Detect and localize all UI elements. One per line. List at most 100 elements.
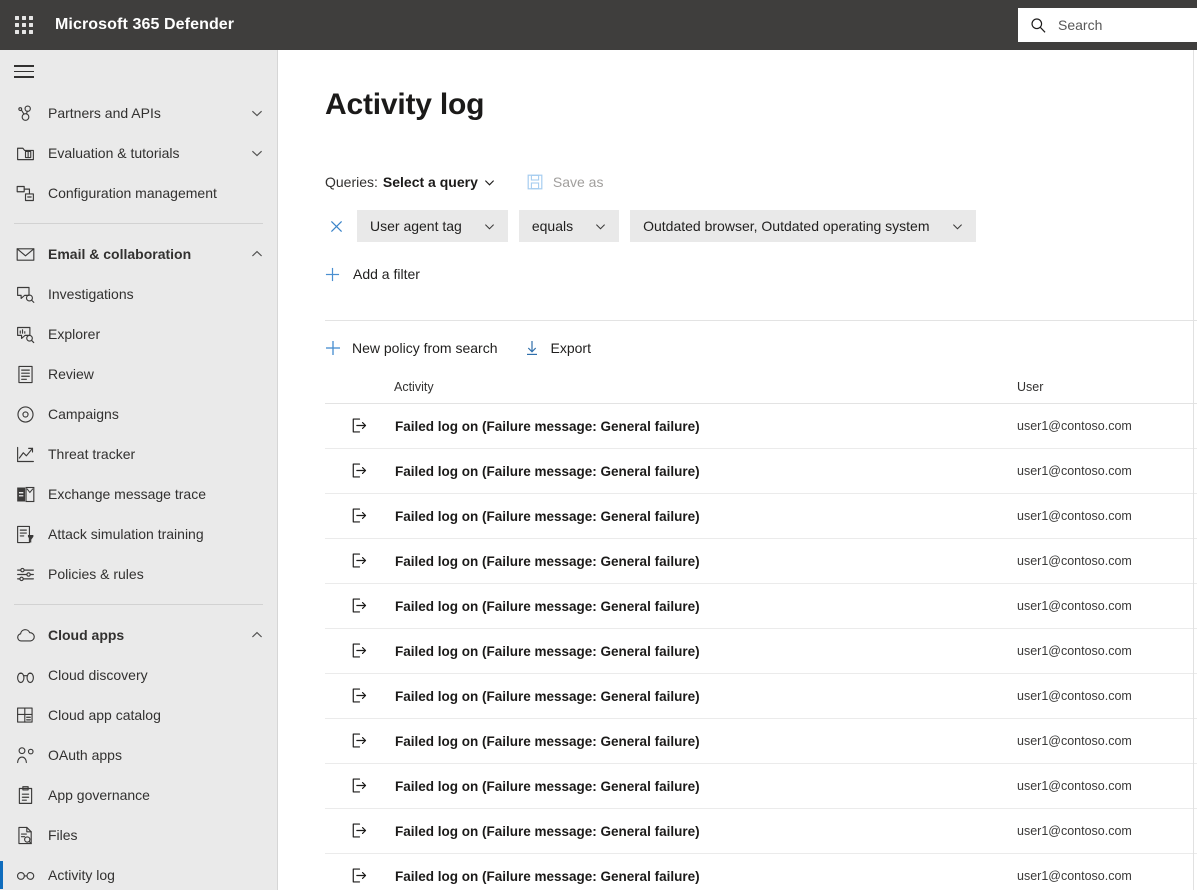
row-activity-text: Failed log on (Failure message: General …: [395, 734, 700, 749]
scrollbar-track-edge[interactable]: [1193, 50, 1194, 890]
sidebar-item-investigations[interactable]: Investigations: [0, 274, 277, 314]
row-activity-text: Failed log on (Failure message: General …: [395, 779, 700, 794]
sidebar-item-partners-and-apis[interactable]: Partners and APIs: [0, 93, 277, 133]
evaluation-tutorials-icon: [14, 142, 36, 164]
chevron-down-icon[interactable]: [251, 107, 263, 119]
chevron-down-icon[interactable]: [251, 147, 263, 159]
filter-value-value: Outdated browser, Outdated operating sys…: [643, 218, 929, 234]
activity-log-table: Activity User Failed log on (Failure mes…: [325, 370, 1197, 890]
remove-filter-button[interactable]: [325, 215, 347, 237]
nav-separator: [14, 604, 263, 605]
configuration-management-icon: [14, 182, 36, 204]
sidebar-item-label: Attack simulation training: [48, 526, 263, 542]
row-activity-text: Failed log on (Failure message: General …: [395, 464, 700, 479]
chevron-down-icon: [952, 221, 963, 232]
table-row[interactable]: Failed log on (Failure message: General …: [325, 539, 1197, 584]
app-launcher-waffle-icon[interactable]: [0, 0, 48, 50]
partners-apis-icon: [14, 102, 36, 124]
left-navigation-sidebar: Partners and APIsEvaluation & tutorials C…: [0, 50, 278, 890]
row-user-text: user1@contoso.com: [1017, 734, 1132, 748]
sidebar-item-email-and-collaboration[interactable]: Email & collaboration: [0, 234, 277, 274]
oauth-apps-icon: [14, 744, 36, 766]
table-row[interactable]: Failed log on (Failure message: General …: [325, 674, 1197, 719]
sidebar-item-cloud-app-catalog[interactable]: Cloud app catalog: [0, 695, 277, 735]
command-bar-divider: [325, 320, 1197, 321]
sidebar-item-policies-and-rules[interactable]: Policies & rules: [0, 554, 277, 594]
row-user-text: user1@contoso.com: [1017, 869, 1132, 883]
sidebar-item-configuration-management[interactable]: Configuration management: [0, 173, 277, 213]
add-filter-label: Add a filter: [353, 266, 420, 282]
new-policy-from-search-button[interactable]: New policy from search: [325, 332, 498, 364]
save-as-label: Save as: [553, 174, 604, 190]
chevron-up-icon[interactable]: [251, 248, 263, 260]
sidebar-item-activity-log[interactable]: Activity log: [0, 855, 277, 890]
row-activity-text: Failed log on (Failure message: General …: [395, 419, 700, 434]
sidebar-item-evaluation-and-tutorials[interactable]: Evaluation & tutorials: [0, 133, 277, 173]
sidebar-item-label: Cloud apps: [48, 627, 251, 643]
sidebar-item-label: Investigations: [48, 286, 263, 302]
sidebar-item-label: Exchange message trace: [48, 486, 263, 502]
sidebar-item-threat-tracker[interactable]: Threat tracker: [0, 434, 277, 474]
filter-operator-dropdown[interactable]: equals: [519, 210, 619, 242]
filter-row: User agent tag equals Outdated browser, …: [325, 210, 987, 242]
nav-separator: [14, 223, 263, 224]
nav-collapse-toggle[interactable]: [0, 50, 277, 93]
chevron-down-icon: [595, 221, 606, 232]
add-filter-button[interactable]: Add a filter: [325, 262, 420, 286]
exchange-message-trace-icon: [14, 483, 36, 505]
plus-icon: [325, 340, 341, 356]
sidebar-item-label: Configuration management: [48, 185, 263, 201]
sidebar-item-exchange-message-trace[interactable]: Exchange message trace: [0, 474, 277, 514]
sidebar-item-campaigns[interactable]: Campaigns: [0, 394, 277, 434]
filter-value-dropdown[interactable]: Outdated browser, Outdated operating sys…: [630, 210, 975, 242]
sidebar-item-cloud-apps[interactable]: Cloud apps: [0, 615, 277, 655]
table-row[interactable]: Failed log on (Failure message: General …: [325, 449, 1197, 494]
row-activity-text: Failed log on (Failure message: General …: [395, 554, 700, 569]
filter-field-dropdown[interactable]: User agent tag: [357, 210, 508, 242]
nav-item-list: Partners and APIsEvaluation & tutorials C…: [0, 93, 277, 890]
row-activity-text: Failed log on (Failure message: General …: [395, 599, 700, 614]
export-button[interactable]: Export: [524, 332, 591, 364]
sidebar-item-oauth-apps[interactable]: OAuth apps: [0, 735, 277, 775]
column-header-user[interactable]: User: [1017, 380, 1043, 394]
filter-operator-value: equals: [532, 218, 573, 234]
table-row[interactable]: Failed log on (Failure message: General …: [325, 629, 1197, 674]
table-row[interactable]: Failed log on (Failure message: General …: [325, 764, 1197, 809]
sign-in-arrow-icon: [351, 597, 369, 615]
row-user-text: user1@contoso.com: [1017, 464, 1132, 478]
sidebar-item-label: Campaigns: [48, 406, 263, 422]
global-search-box[interactable]: Search: [1018, 8, 1197, 42]
sign-in-arrow-icon: [351, 822, 369, 840]
policies-rules-sliders-icon: [14, 563, 36, 585]
row-user-text: user1@contoso.com: [1017, 599, 1132, 613]
table-row[interactable]: Failed log on (Failure message: General …: [325, 854, 1197, 890]
chevron-down-icon: [484, 177, 495, 188]
sidebar-item-app-governance[interactable]: App governance: [0, 775, 277, 815]
export-label: Export: [551, 340, 591, 356]
save-as-button[interactable]: Save as: [527, 174, 604, 190]
sidebar-item-explorer[interactable]: Explorer: [0, 314, 277, 354]
sidebar-item-label: Policies & rules: [48, 566, 263, 582]
hamburger-menu-icon: [14, 61, 34, 82]
file-search-icon: [14, 824, 36, 846]
row-user-text: user1@contoso.com: [1017, 554, 1132, 568]
query-select-value: Select a query: [383, 174, 478, 190]
sidebar-item-label: Files: [48, 827, 263, 843]
sidebar-item-cloud-discovery[interactable]: Cloud discovery: [0, 655, 277, 695]
column-header-activity[interactable]: Activity: [394, 380, 434, 394]
table-row[interactable]: Failed log on (Failure message: General …: [325, 494, 1197, 539]
table-row[interactable]: Failed log on (Failure message: General …: [325, 404, 1197, 449]
table-row[interactable]: Failed log on (Failure message: General …: [325, 719, 1197, 764]
table-row[interactable]: Failed log on (Failure message: General …: [325, 584, 1197, 629]
table-row[interactable]: Failed log on (Failure message: General …: [325, 809, 1197, 854]
explorer-icon: [14, 323, 36, 345]
row-activity-text: Failed log on (Failure message: General …: [395, 869, 700, 884]
sign-in-arrow-icon: [351, 417, 369, 435]
chevron-up-icon[interactable]: [251, 629, 263, 641]
sidebar-item-files[interactable]: Files: [0, 815, 277, 855]
new-policy-from-search-label: New policy from search: [352, 340, 498, 356]
sidebar-item-attack-simulation-training[interactable]: Attack simulation training: [0, 514, 277, 554]
query-select-dropdown[interactable]: Select a query: [383, 174, 495, 190]
sidebar-item-review[interactable]: Review: [0, 354, 277, 394]
attack-simulation-icon: [14, 523, 36, 545]
